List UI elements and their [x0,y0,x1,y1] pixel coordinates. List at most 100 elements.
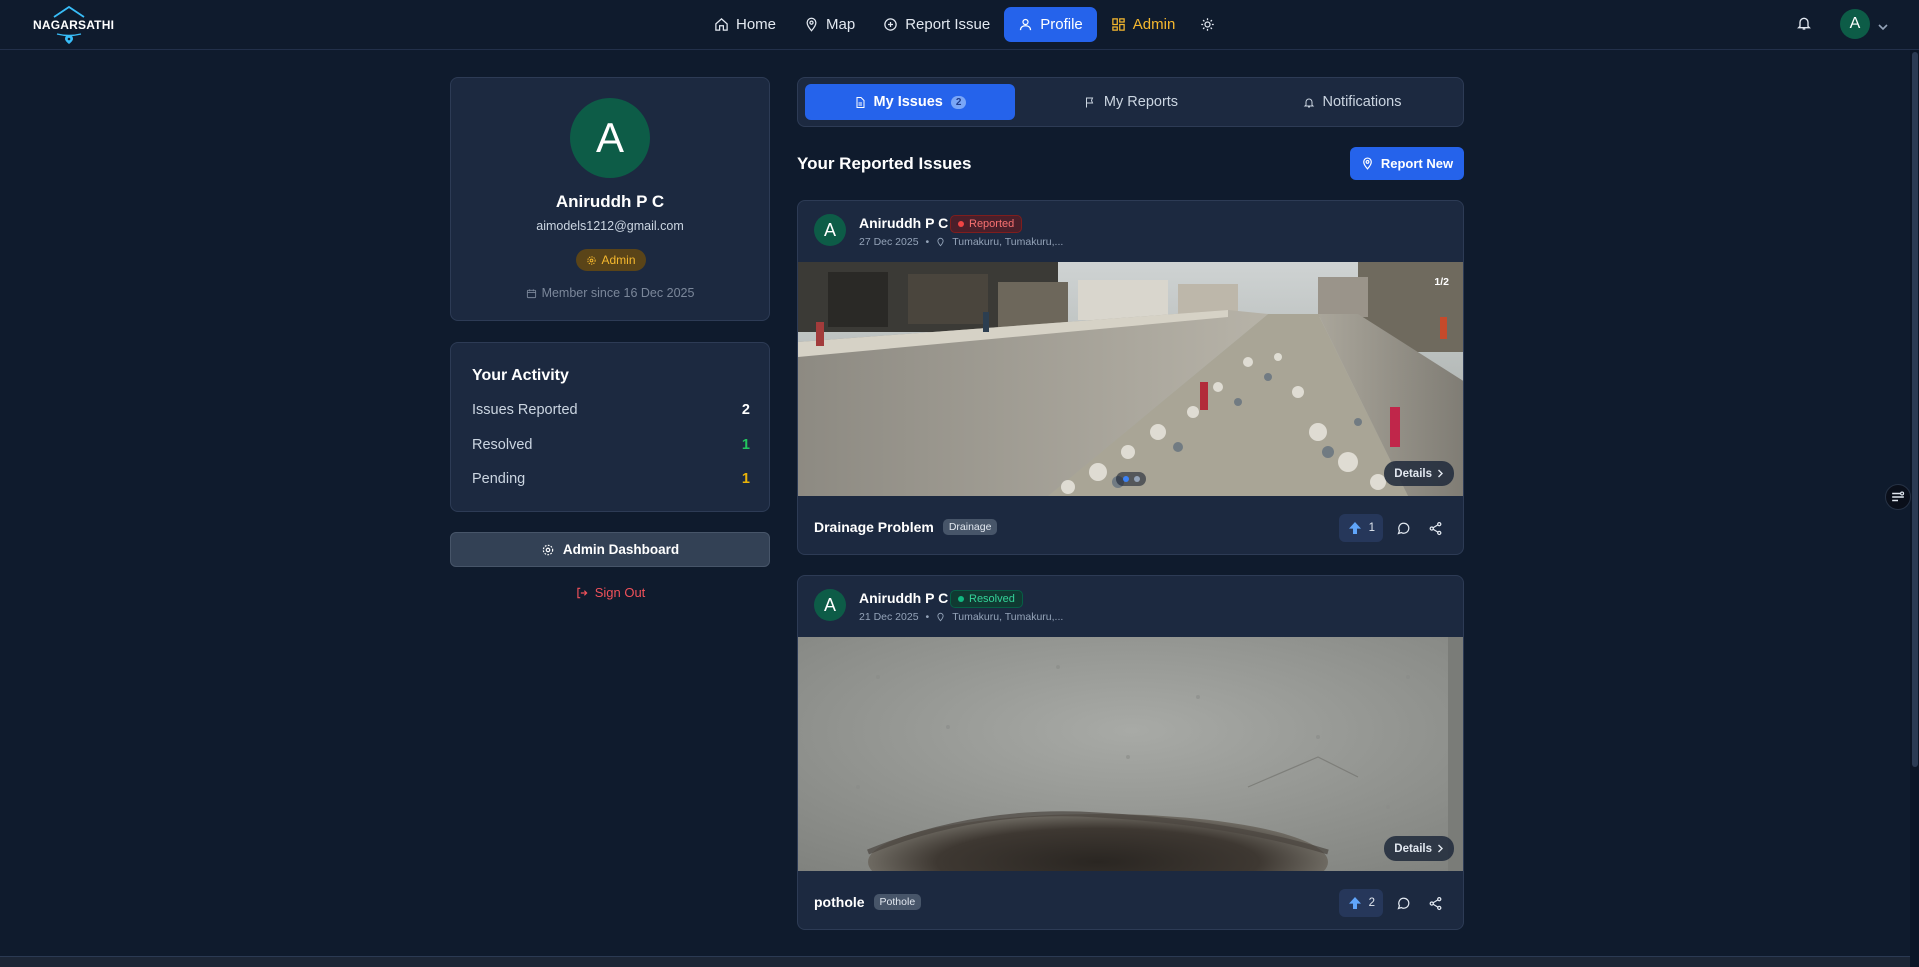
tab-my-issues[interactable]: My Issues 2 [805,84,1015,120]
map-pin-icon [937,237,944,247]
status-badge: Reported [950,215,1023,233]
report-new-button[interactable]: Report New [1350,147,1464,180]
user-icon [1020,18,1032,30]
calendar-icon [526,288,536,298]
home-icon [715,17,728,31]
carousel-dot[interactable] [1133,476,1140,482]
chevron-down-icon [1878,24,1888,31]
scrollbar-thumb[interactable] [1912,52,1918,767]
status-badge: Resolved [950,590,1023,608]
upvote-count: 1 [1368,522,1375,534]
upvote-count: 2 [1368,897,1375,909]
member-since: Member since 16 Dec 2025 [451,286,769,300]
nav-map[interactable]: Map [790,7,869,42]
profile-tabs: My Issues 2 My Reports Notifications [797,77,1464,127]
file-icon [856,96,865,108]
issue-date: 27 Dec 2025 [859,236,919,248]
nav-profile[interactable]: Profile [1004,6,1097,42]
share-button[interactable] [1423,516,1447,540]
share-icon [1429,896,1441,910]
issue-title-row: pothole Pothole [814,894,922,910]
top-navbar: NAGARSATHI Home Map Report Issue Profile… [0,0,1919,50]
activity-value: 1 [741,437,750,453]
sun-icon [1201,17,1214,31]
role-badge: Admin [576,249,646,271]
issue-actions: 1 [1338,514,1447,542]
comment-button[interactable] [1391,516,1415,540]
user-avatar[interactable]: A [1840,9,1870,39]
carousel-dot[interactable] [1122,476,1129,482]
activity-label: Resolved [472,437,533,453]
bell-icon [1303,98,1314,107]
nav-map-label: Map [826,15,856,33]
meta-separator: • [925,236,930,248]
issue-card: A Aniruddh P C Reported 27 Dec 2025 • Tu… [797,200,1464,555]
bottom-scrollbar[interactable] [0,956,1910,967]
activity-value: 1 [741,471,750,487]
author-avatar: A [814,214,846,246]
nav-admin[interactable]: Admin [1097,7,1190,42]
share-button[interactable] [1423,891,1447,915]
nav-home[interactable]: Home [700,7,790,42]
tab-my-reports-label: My Reports [1103,94,1179,110]
upvote-button[interactable]: 2 [1338,889,1383,917]
issue-card: A Aniruddh P C Resolved 21 Dec 2025 • Tu… [797,575,1464,930]
gear-icon [542,544,554,555]
main-nav: Home Map Report Issue Profile Admin [700,6,1225,42]
nav-report-issue-label: Report Issue [905,15,991,33]
section-title: Your Reported Issues [797,154,972,173]
sign-out-button[interactable]: Sign Out [450,585,770,600]
comment-icon [1397,522,1409,534]
nav-report-issue[interactable]: Report Issue [869,7,1004,42]
theme-toggle[interactable] [1189,7,1225,42]
nav-admin-label: Admin [1132,15,1176,33]
activity-label: Pending [472,471,526,487]
details-button[interactable]: Details [1384,836,1454,861]
comment-button[interactable] [1391,891,1415,915]
notifications-button[interactable] [1796,14,1812,37]
author-name: Aniruddh P C [859,590,949,606]
tab-notifications-label: Notifications [1322,94,1402,110]
issue-meta: 21 Dec 2025 • Tumakuru, Tumakuru,... [859,611,1063,623]
activity-title: Your Activity [472,367,569,384]
sign-out-label: Sign Out [594,585,646,600]
admin-dashboard-button[interactable]: Admin Dashboard [450,532,770,567]
map-pin-icon [806,17,817,32]
share-icon [1429,521,1441,535]
status-dot [958,221,964,227]
bell-icon [1797,17,1811,30]
issue-image[interactable]: 1/2 Details [798,262,1463,496]
logout-icon [577,587,588,598]
activity-label: Issues Reported [472,402,578,418]
activity-row: Resolved 1 [472,437,750,453]
user-menu-chevron[interactable] [1878,18,1888,36]
report-new-label: Report New [1380,156,1454,171]
details-button[interactable]: Details [1384,461,1454,486]
tab-my-reports[interactable]: My Reports [1026,84,1236,120]
toggle-settings-icon [1892,491,1905,502]
arrow-up-icon [1348,522,1361,534]
drainage-photo [798,262,1463,496]
nav-profile-label: Profile [1040,15,1083,33]
profile-name: Aniruddh P C [555,192,665,211]
floating-settings-button[interactable] [1885,484,1911,510]
issue-image[interactable]: Details [798,637,1463,871]
tab-notifications[interactable]: Notifications [1247,84,1457,120]
plus-circle-icon [884,17,897,31]
activity-row: Issues Reported 2 [472,402,750,418]
tab-my-issues-label: My Issues [873,94,943,110]
profile-email: aimodels1212@gmail.com [536,219,684,233]
issue-title-row: Drainage Problem Drainage [814,519,998,535]
pothole-photo [798,637,1463,871]
issue-location: Tumakuru, Tumakuru,... [952,611,1064,623]
issue-location: Tumakuru, Tumakuru,... [952,236,1064,248]
details-label: Details [1394,467,1432,480]
brand-logo[interactable]: NAGARSATHI [30,4,114,44]
carousel-dots[interactable] [1116,472,1146,486]
issue-actions: 2 [1338,889,1447,917]
admin-dashboard-label: Admin Dashboard [562,542,680,557]
flag-icon [1085,97,1094,107]
upvote-button[interactable]: 1 [1338,514,1383,542]
tab-count-badge: 2 [950,95,967,109]
profile-avatar: A [570,98,650,178]
